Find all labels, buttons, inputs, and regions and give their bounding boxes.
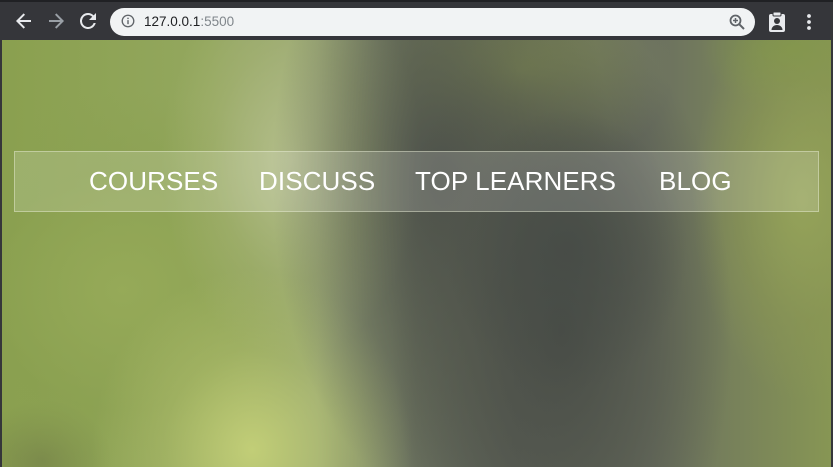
nav-list: COURSES DISCUSS TOP LEARNERS BLOG	[15, 152, 818, 211]
nav-link-blog[interactable]: BLOG	[659, 166, 732, 196]
back-button[interactable]	[11, 8, 37, 34]
info-icon[interactable]	[121, 14, 135, 28]
reload-icon	[80, 13, 96, 29]
page-viewport: COURSES DISCUSS TOP LEARNERS BLOG	[2, 40, 831, 467]
forward-button[interactable]	[43, 8, 69, 34]
nav-link-top-learners[interactable]: TOP LEARNERS	[415, 166, 616, 196]
browser-window: 127.0.0.1:5500 COURSES DISCUSS TOP LEARN…	[0, 0, 833, 467]
nav-link-courses[interactable]: COURSES	[89, 166, 218, 196]
arrow-left-icon	[16, 13, 31, 29]
address-bar[interactable]: 127.0.0.1:5500	[110, 8, 755, 36]
main-navbar: COURSES DISCUSS TOP LEARNERS BLOG	[14, 151, 819, 212]
browser-toolbar: 127.0.0.1:5500	[0, 0, 833, 40]
url-port: :5500	[200, 14, 235, 29]
blurred-background-image	[2, 40, 831, 467]
clipboard-person-icon[interactable]	[766, 10, 788, 34]
nav-link-discuss[interactable]: DISCUSS	[259, 166, 375, 196]
url-host: 127.0.0.1	[144, 14, 201, 29]
arrow-right-icon	[49, 13, 64, 29]
url-text[interactable]: 127.0.0.1:5500	[144, 14, 234, 30]
three-dots-menu-icon[interactable]	[800, 10, 818, 34]
reload-button[interactable]	[75, 8, 101, 34]
zoom-icon[interactable]	[728, 13, 746, 31]
